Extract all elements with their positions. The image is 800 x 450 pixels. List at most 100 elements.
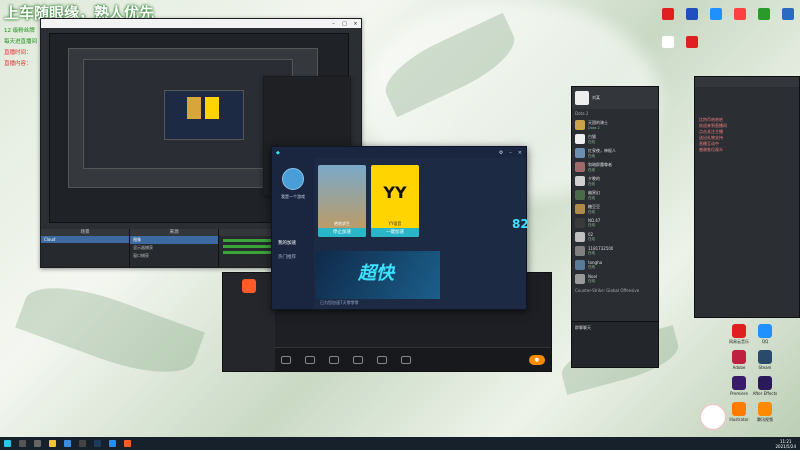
close-icon[interactable]: ×	[353, 21, 358, 27]
chat-footer: 群聊聊天	[572, 321, 658, 367]
desktop-shortcut-label: Illustrator	[729, 417, 749, 422]
friend-list-item[interactable]: 白猫 在线	[572, 132, 658, 146]
friend-avatar	[575, 232, 585, 242]
clock[interactable]: 11:21 2021/5/24	[775, 439, 796, 449]
desktop-app-icon[interactable]	[662, 36, 674, 48]
obs-titlebar[interactable]: – □ ×	[41, 19, 361, 28]
friend-list-item[interactable]: 1181732500 在线	[572, 244, 658, 258]
friend-name: 糖豆豆	[588, 203, 600, 209]
text-icon[interactable]	[377, 355, 387, 364]
desktop-shortcut[interactable]: After Effects	[752, 376, 778, 396]
game-card-pubg[interactable]: 绝地求生 停止加速	[318, 165, 366, 237]
desktop-shortcut[interactable]: Illustrator	[726, 402, 752, 422]
accel-titlebar[interactable]: ◆ ⚙ – ×	[272, 147, 526, 158]
friend-status: 在线	[588, 167, 595, 172]
game-card-yy[interactable]: YY YY语音 一键加速	[371, 165, 419, 237]
app-icon	[732, 350, 746, 364]
desktop-app-icon[interactable]	[710, 8, 722, 20]
friend-list-item[interactable]: Noel 在线	[572, 272, 658, 286]
live-info-panel[interactable]: 比特币哈哈哈 欢迎来到直播间 点击关注主播 送出礼物支持 直播互动中 感谢各位观众	[694, 76, 800, 318]
accelerator-window[interactable]: ◆ ⚙ – × 我是一个游戏 我的加速 热门推荐 绝地求生 停止加速 YY YY语音…	[271, 146, 529, 310]
desktop-shortcut[interactable]: Steam	[752, 350, 778, 370]
friend-avatar	[575, 246, 585, 256]
desktop-shortcut[interactable]: 网易云音乐	[726, 324, 752, 345]
desktop-shortcut[interactable]: QQ	[752, 324, 778, 344]
source-item[interactable]: 显示器捕获	[130, 244, 218, 252]
friend-status: Dota 2	[588, 126, 600, 130]
source-item[interactable]: 窗口捕获	[130, 252, 218, 260]
friend-list-item[interactable]: 幽冥幻 在线	[572, 188, 658, 202]
friends-window[interactable]: 刘某 Dota 2 天国的骑士 Dota 2 白猫 在线 红泉夜，神棍人 在线 和暗群魔尊者…	[571, 86, 659, 368]
game-icon[interactable]	[329, 355, 339, 364]
desktop-app-icon[interactable]	[686, 36, 698, 48]
source-item[interactable]: 图像	[130, 236, 219, 244]
friend-list-item[interactable]: tongha 在线	[572, 258, 658, 272]
desktop-app-icon[interactable]	[758, 8, 770, 20]
friend-list-item[interactable]: 02 在线	[572, 230, 658, 244]
settings-icon[interactable]: ⚙	[499, 150, 503, 156]
screen-icon[interactable]	[305, 355, 315, 364]
friend-list-item[interactable]: 红泉夜，神棍人 在线	[572, 146, 658, 160]
app-icon	[732, 376, 746, 390]
promo-banner[interactable]: 超快	[316, 251, 440, 299]
scene-item[interactable]: Cloud	[41, 236, 130, 243]
user-avatar[interactable]	[282, 168, 304, 190]
image-icon[interactable]	[353, 355, 363, 364]
friend-list-item[interactable]: 和暗群魔尊者 在线	[572, 160, 658, 174]
desktop-app-icon[interactable]	[686, 8, 698, 20]
app-icon	[732, 324, 746, 338]
self-name: 刘某	[592, 95, 600, 100]
self-avatar[interactable]	[575, 91, 589, 105]
friend-list-item[interactable]: 天国的骑士 Dota 2	[572, 118, 658, 132]
desktop-app-icon[interactable]	[662, 8, 674, 20]
desktop-shortcut-label: After Effects	[752, 391, 778, 396]
qq-icon[interactable]	[109, 440, 116, 447]
mini-game-card	[187, 97, 201, 119]
group-csgo[interactable]: Counter-Strike: Global Offensive	[572, 286, 658, 295]
steam-icon[interactable]	[94, 440, 101, 447]
nested-accel-mini	[164, 90, 244, 140]
friend-list-item[interactable]: 糖豆豆 在线	[572, 202, 658, 216]
friend-avatar	[575, 190, 585, 200]
audio-icon[interactable]	[401, 355, 411, 364]
sidebar-item-speed[interactable]: 我的加速	[278, 240, 296, 246]
desktop-shortcut[interactable]: Adobe	[726, 350, 752, 370]
friend-status: 在线	[588, 139, 595, 144]
maximize-icon[interactable]: □	[342, 21, 347, 27]
friend-avatar	[575, 218, 585, 228]
file-explorer-icon[interactable]	[49, 440, 56, 447]
friend-avatar	[575, 162, 585, 172]
minimize-icon[interactable]: –	[331, 21, 336, 27]
quick-accel-button[interactable]: 一键加速	[371, 228, 419, 237]
desktop-shortcut[interactable]: Premiere	[726, 376, 752, 396]
close-icon[interactable]: ×	[518, 150, 522, 156]
friend-name: 夕晚的	[588, 175, 600, 181]
start-live-button[interactable]: ●	[528, 354, 545, 365]
live-app-icon[interactable]	[124, 440, 131, 447]
desktop-app-icon[interactable]	[782, 8, 794, 20]
minimize-icon[interactable]: –	[509, 150, 512, 156]
friend-list-item[interactable]: NO.47 在线	[572, 216, 658, 230]
obs-icon[interactable]	[79, 440, 86, 447]
desktop-shortcut[interactable]: 腾讯视频	[752, 402, 778, 423]
task-view-icon[interactable]	[34, 440, 41, 447]
clock-date: 2021/5/24	[775, 443, 796, 449]
accel-footer: 已为您加速7天零零零	[320, 300, 359, 305]
search-icon[interactable]	[19, 440, 26, 447]
stop-accel-button[interactable]: 停止加速	[318, 228, 366, 237]
app-logo-icon	[242, 279, 256, 293]
friend-avatar	[575, 204, 585, 214]
friend-status: 在线	[588, 279, 595, 283]
desktop-app-icon[interactable]	[734, 8, 746, 20]
sidebar-item-recommend[interactable]: 热门推荐	[278, 254, 296, 260]
friend-list-item[interactable]: 夕晚的 在线	[572, 174, 658, 188]
friend-avatar	[575, 148, 585, 158]
group-dota[interactable]: Dota 2	[572, 109, 658, 118]
camera-icon[interactable]	[281, 355, 291, 364]
accel-sidebar: 我是一个游戏 我的加速 热门推荐	[272, 158, 314, 309]
overlay-line-4: 直播内容：	[4, 61, 32, 67]
game-card-yy-title: YY语音	[388, 221, 402, 226]
browser-icon[interactable]	[64, 440, 71, 447]
windows-start-icon[interactable]	[4, 440, 11, 447]
chat-footer-label: 群聊聊天	[575, 325, 591, 330]
